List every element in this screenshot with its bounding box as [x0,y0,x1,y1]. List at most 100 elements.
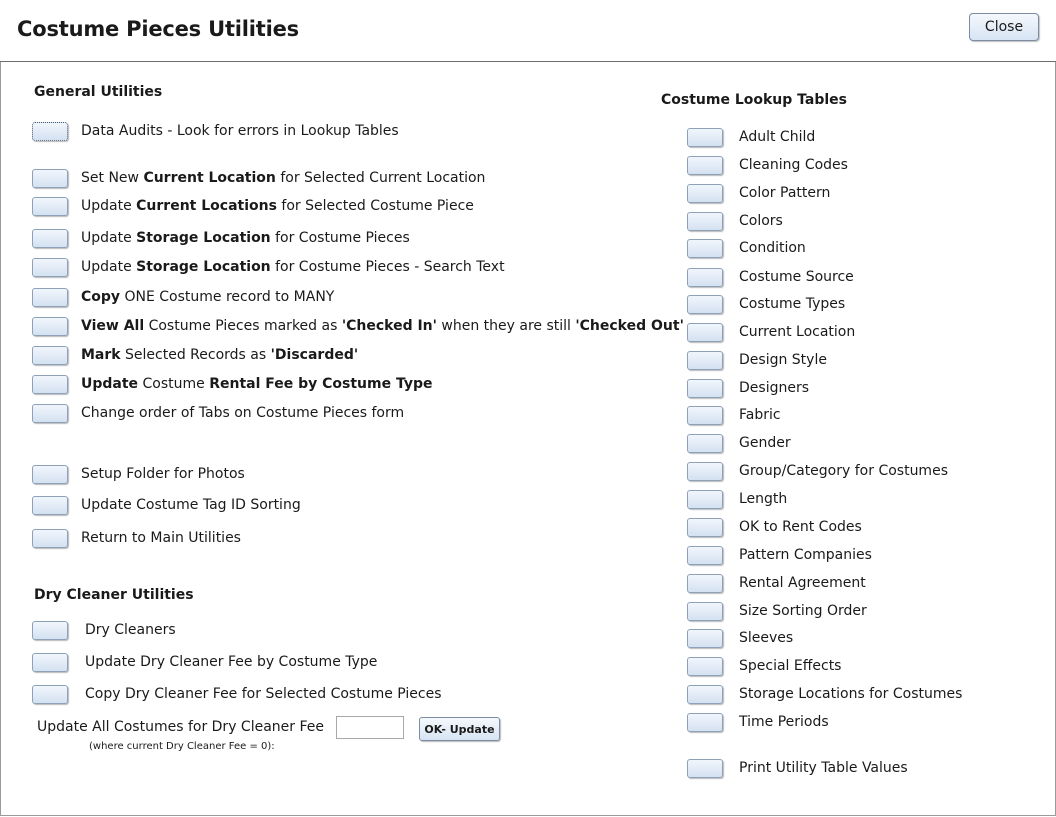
lookup-item-adult-child[interactable]: Adult Child [687,126,815,148]
lookup-item-label: Storage Locations for Costumes [739,686,963,702]
lookup-item-ok-to-rent-codes[interactable]: OK to Rent Codes [687,516,862,538]
update-dry-fee-type-row[interactable]: Update Dry Cleaner Fee by Costume Type [32,651,377,673]
update-all-dry-fee-note: (where current Dry Cleaner Fee = 0): [89,741,275,752]
lookup-item-rental-agreement[interactable]: Rental Agreement [687,572,866,594]
update-tag-sorting-row[interactable]: Update Costume Tag ID Sorting [32,494,301,516]
setup-photos-folder-row[interactable]: Setup Folder for Photos [32,463,245,485]
update-storage-location-search-row[interactable]: Update Storage Location for Costume Piec… [32,256,505,278]
lookup-item-pattern-companies[interactable]: Pattern Companies [687,544,872,566]
print-utility-values-button[interactable] [687,758,723,778]
lookup-item-sleeves[interactable]: Sleeves [687,627,793,649]
lookup-item-button[interactable] [687,517,723,537]
lookup-item-button[interactable] [687,461,723,481]
update-rental-fee-row[interactable]: Update Costume Rental Fee by Costume Typ… [32,373,433,395]
update-storage-location-search-button[interactable] [32,257,68,277]
change-tab-order-label: Change order of Tabs on Costume Pieces f… [81,405,405,421]
ok-update-button[interactable]: OK- Update [419,717,500,741]
lookup-item-button[interactable] [687,378,723,398]
return-main-utilities-label: Return to Main Utilities [81,530,241,546]
lookup-item-colors[interactable]: Colors [687,210,783,232]
lookup-item-button[interactable] [687,601,723,621]
lookup-item-label: Current Location [739,324,856,340]
update-tag-sorting-label: Update Costume Tag ID Sorting [81,497,301,513]
change-tab-order-button[interactable] [32,403,68,423]
dry-cleaners-row[interactable]: Dry Cleaners [32,619,176,641]
update-dry-fee-type-button[interactable] [32,652,68,672]
update-storage-location-button[interactable] [32,228,68,248]
lookup-item-storage-locations-for-costumes[interactable]: Storage Locations for Costumes [687,683,962,705]
lookup-item-label: Fabric [739,407,781,423]
lookup-item-costume-source[interactable]: Costume Source [687,266,854,288]
mark-discarded-row[interactable]: Mark Selected Records as 'Discarded' [32,344,358,366]
copy-one-to-many-button[interactable] [32,287,68,307]
lookup-item-label: Group/Category for Costumes [739,463,948,479]
setup-photos-folder-button[interactable] [32,464,68,484]
update-storage-location-row[interactable]: Update Storage Location for Costume Piec… [32,227,410,249]
lookup-item-label: Special Effects [739,658,842,674]
lookup-item-designers[interactable]: Designers [687,377,809,399]
lookup-item-color-pattern[interactable]: Color Pattern [687,182,830,204]
copy-dry-fee-button[interactable] [32,684,68,704]
lookup-item-button[interactable] [687,684,723,704]
lookup-item-button[interactable] [687,405,723,425]
copy-one-to-many-row[interactable]: Copy ONE Costume record to MANY [32,286,334,308]
lookup-item-label: Costume Types [739,296,846,312]
lookup-item-button[interactable] [687,489,723,509]
lookup-item-button[interactable] [687,712,723,732]
lookup-item-button[interactable] [687,211,723,231]
lookup-item-condition[interactable]: Condition [687,237,806,259]
return-main-utilities-row[interactable]: Return to Main Utilities [32,527,241,549]
lookup-item-button[interactable] [687,573,723,593]
close-button[interactable]: Close [969,13,1039,41]
set-new-current-location-button[interactable] [32,168,68,188]
title-bar: Costume Pieces Utilities Close [0,0,1056,62]
general-utilities-heading: General Utilities [34,84,163,100]
lookup-item-button[interactable] [687,656,723,676]
update-rental-fee-button[interactable] [32,374,68,394]
lookup-item-current-location[interactable]: Current Location [687,321,855,343]
lookup-item-size-sorting-order[interactable]: Size Sorting Order [687,600,867,622]
lookup-item-costume-types[interactable]: Costume Types [687,293,845,315]
data-audits-button[interactable] [32,121,68,141]
lookup-item-button[interactable] [687,294,723,314]
set-new-current-location-row[interactable]: Set New Current Location for Selected Cu… [32,167,485,189]
lookup-item-fabric[interactable]: Fabric [687,404,781,426]
dry-cleaner-utilities-heading: Dry Cleaner Utilities [34,587,194,603]
lookup-item-label: Gender [739,435,791,451]
lookup-item-special-effects[interactable]: Special Effects [687,655,841,677]
update-current-locations-row[interactable]: Update Current Locations for Selected Co… [32,195,474,217]
lookup-item-label: Rental Agreement [739,575,866,591]
lookup-item-label: Time Periods [739,714,829,730]
return-main-utilities-button[interactable] [32,528,68,548]
lookup-item-label: Design Style [739,352,827,368]
lookup-item-group-category-for-costumes[interactable]: Group/Category for Costumes [687,460,948,482]
lookup-item-button[interactable] [687,322,723,342]
copy-dry-fee-row[interactable]: Copy Dry Cleaner Fee for Selected Costum… [32,683,442,705]
view-all-checked-in-button[interactable] [32,316,68,336]
lookup-item-button[interactable] [687,183,723,203]
lookup-item-button[interactable] [687,127,723,147]
lookup-item-cleaning-codes[interactable]: Cleaning Codes [687,154,848,176]
mark-discarded-button[interactable] [32,345,68,365]
lookup-item-button[interactable] [687,433,723,453]
dry-cleaner-fee-input[interactable] [336,716,404,739]
lookup-item-length[interactable]: Length [687,488,787,510]
lookup-item-label: Cleaning Codes [739,157,848,173]
lookup-item-gender[interactable]: Gender [687,432,791,454]
lookup-item-time-periods[interactable]: Time Periods [687,711,829,733]
lookup-item-button[interactable] [687,628,723,648]
update-current-locations-button[interactable] [32,196,68,216]
view-all-checked-in-row[interactable]: View All Costume Pieces marked as 'Check… [32,315,684,337]
lookup-item-button[interactable] [687,545,723,565]
lookup-item-button[interactable] [687,350,723,370]
update-tag-sorting-button[interactable] [32,495,68,515]
lookup-item-design-style[interactable]: Design Style [687,349,827,371]
data-audits-row[interactable]: Data Audits - Look for errors in Lookup … [32,120,399,142]
change-tab-order-row[interactable]: Change order of Tabs on Costume Pieces f… [32,402,404,424]
print-utility-values-row[interactable]: Print Utility Table Values [687,757,908,779]
lookup-item-button[interactable] [687,238,723,258]
dry-cleaners-button[interactable] [32,620,68,640]
lookup-item-button[interactable] [687,267,723,287]
lookup-item-button[interactable] [687,155,723,175]
update-storage-location-label: Update Storage Location for Costume Piec… [81,230,410,246]
